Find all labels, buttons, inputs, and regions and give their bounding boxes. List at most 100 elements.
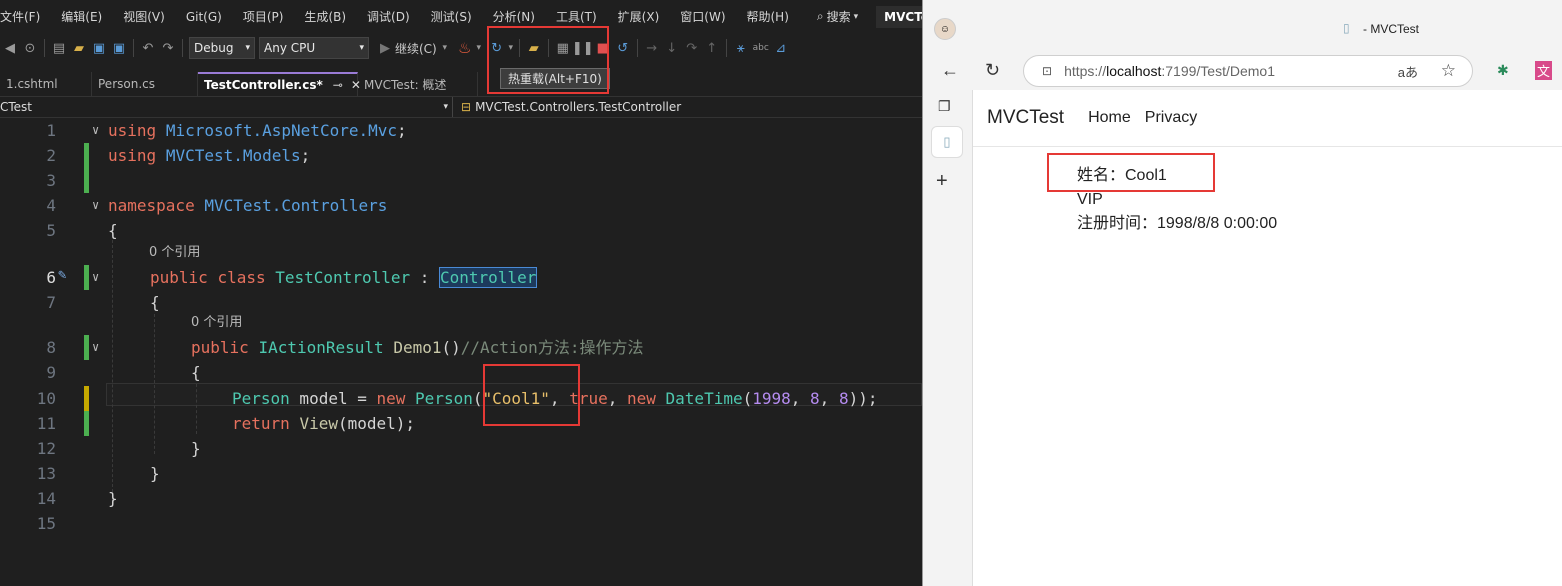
read-aloud-icon[interactable]: aあ — [1398, 62, 1418, 81]
member-dropdown-value: MVCTest.Controllers.TestController — [475, 100, 682, 114]
member-dropdown[interactable]: ⊟ MVCTest.Controllers.TestController — [453, 97, 681, 117]
code-text: using Microsoft.AspNetCore.Mvc; — [108, 118, 407, 143]
forward-nav-icon[interactable]: ⊙ — [20, 36, 40, 60]
fold-icon[interactable]: ∨ — [92, 335, 99, 360]
favorite-star-icon[interactable]: ☆ — [1441, 61, 1456, 81]
redo-icon[interactable]: ↷ — [158, 36, 178, 60]
step-over-icon[interactable]: ↷ — [682, 36, 702, 60]
active-tab-icon[interactable]: ▯ — [931, 126, 963, 158]
solution-config-select[interactable]: Debug ▾ — [189, 37, 255, 59]
format-icon[interactable]: ⊿ — [771, 36, 791, 60]
code-text: } — [150, 464, 160, 483]
tab-actions-icon[interactable]: ❐ — [938, 98, 951, 115]
quick-action-icon[interactable]: ✎ — [58, 267, 66, 283]
menu-test[interactable]: 测试(S) — [420, 8, 482, 25]
fold-icon[interactable]: ∨ — [92, 193, 99, 218]
code-line: 7 { — [0, 290, 922, 315]
site-brand[interactable]: MVCTest — [987, 107, 1064, 129]
window-top-edge — [923, 0, 1562, 10]
chevron-down-icon[interactable]: ▾ — [475, 36, 483, 60]
platform-select[interactable]: Any CPU ▾ — [259, 37, 369, 59]
code-line: 5 { — [0, 218, 922, 243]
chevron-down-icon[interactable]: ▾ — [441, 36, 449, 60]
navigation-bar: CTest ▾ ⊟ MVCTest.Controllers.TestContro… — [0, 96, 922, 118]
namespace-token: MVCTest.Controllers — [204, 196, 388, 215]
menu-edit[interactable]: 编辑(E) — [50, 8, 112, 25]
step-out-icon[interactable]: ↑ — [702, 36, 722, 60]
line-number: 15 — [36, 514, 56, 533]
line-number: 12 — [36, 439, 56, 458]
code-line: 6 ✎ ∨ public class TestController : Cont… — [0, 265, 922, 290]
tab-label: TestController.cs* — [204, 78, 323, 92]
keyword: namespace — [108, 196, 195, 215]
back-nav-icon[interactable]: ◀ — [0, 36, 20, 60]
method-name: Demo1 — [393, 338, 442, 357]
line-number: 7 — [46, 293, 56, 312]
menu-help[interactable]: 帮助(H) — [736, 8, 799, 25]
show-next-statement-icon[interactable]: → — [642, 36, 662, 60]
new-item-icon[interactable]: ▤ — [49, 36, 69, 60]
address-bar[interactable]: ⊡ https://localhost:7199/Test/Demo1 aあ ☆ — [1023, 55, 1473, 87]
browser-titlebar: ☺ ▯ - MVCTest — [923, 10, 1562, 50]
tab-label: MVCTest: 概述 — [364, 77, 447, 92]
menu-extensions[interactable]: 扩展(X) — [607, 8, 670, 25]
search-button[interactable]: ⌕ 搜索 ▾ — [811, 8, 864, 25]
menu-view[interactable]: 视图(V) — [112, 8, 175, 25]
menu-window[interactable]: 窗口(W) — [669, 8, 735, 25]
extension-icon[interactable]: ✱ — [1497, 62, 1509, 79]
nav-link-privacy[interactable]: Privacy — [1145, 109, 1197, 127]
window-title: - MVCTest — [1363, 22, 1420, 36]
reload-icon[interactable]: ↻ — [985, 60, 1000, 81]
namespace-token: Microsoft.AspNetCore.Mvc — [165, 121, 397, 140]
pin-icon[interactable]: ⊸ — [333, 78, 343, 92]
project-dropdown[interactable]: CTest ▾ — [0, 97, 453, 117]
menu-analyze[interactable]: 分析(N) — [482, 8, 545, 25]
play-icon[interactable]: ▶ — [375, 36, 395, 60]
menu-debug[interactable]: 调试(D) — [356, 8, 420, 25]
tab-cshtml[interactable]: 1.cshtml — [0, 72, 92, 96]
visual-studio-window: 文件(F) 编辑(E) 视图(V) Git(G) 项目(P) 生成(B) 调试(… — [0, 0, 922, 586]
translate-icon[interactable]: 文 — [1535, 61, 1553, 80]
open-folder-icon[interactable]: ▰ — [69, 36, 89, 60]
menu-git[interactable]: Git(G) — [175, 10, 232, 24]
profile-avatar[interactable]: ☺ — [934, 18, 956, 40]
type-name: Person — [415, 389, 473, 408]
code-token: model = — [289, 389, 377, 408]
menu-project[interactable]: 项目(P) — [232, 8, 294, 25]
undo-icon[interactable]: ↶ — [138, 36, 158, 60]
menu-file[interactable]: 文件(F) — [0, 8, 50, 25]
document-tabs: 1.cshtml Person.cs TestController.cs* ⊸ … — [0, 72, 922, 96]
hot-reload-icon[interactable]: ♨ — [455, 36, 475, 60]
menu-tools[interactable]: 工具(T) — [545, 8, 607, 25]
codelens-references[interactable]: 0 个引用 — [149, 242, 200, 264]
tab-testcontroller[interactable]: TestController.cs* ⊸ ✕ — [198, 72, 361, 96]
fold-icon[interactable]: ∨ — [92, 265, 99, 290]
back-arrow-icon[interactable]: ← — [941, 60, 959, 81]
search-icon: ⌕ — [816, 9, 824, 23]
restart-icon[interactable]: ↺ — [613, 36, 633, 60]
spell-check-icon[interactable]: abc — [751, 36, 771, 60]
code-editor[interactable]: 1 ∨ using Microsoft.AspNetCore.Mvc; 2 us… — [0, 118, 922, 586]
line-number: 8 — [46, 338, 56, 357]
line-number: 2 — [46, 146, 56, 165]
fold-icon[interactable]: ∨ — [92, 118, 99, 143]
step-into-icon[interactable]: ↓ — [662, 36, 682, 60]
line-number: 13 — [36, 464, 56, 483]
codelens-references[interactable]: 0 个引用 — [191, 312, 242, 334]
new-tab-icon[interactable]: + — [936, 170, 948, 193]
tab-person[interactable]: Person.cs — [92, 72, 198, 96]
menu-build[interactable]: 生成(B) — [293, 8, 356, 25]
code-line: 10 Person model = new Person("Cool1", tr… — [0, 386, 922, 411]
chevron-down-icon: ▾ — [443, 102, 448, 112]
toolbar-separator — [133, 39, 134, 57]
tab-overview[interactable]: MVCTest: 概述 — [358, 72, 478, 96]
web-page: MVCTest Home Privacy 姓名：Cool1 VIP 注册时间：1… — [973, 90, 1562, 586]
nav-link-home[interactable]: Home — [1088, 109, 1131, 127]
diagnostic-icon[interactable]: ⚹ — [731, 36, 751, 60]
punctuation: ; — [300, 146, 311, 165]
save-icon[interactable]: ▣ — [89, 36, 109, 60]
save-all-icon[interactable]: ▣ — [109, 36, 129, 60]
url-host: localhost — [1106, 63, 1162, 79]
url-path: :7199/Test/Demo1 — [1161, 63, 1275, 79]
continue-button[interactable]: 继续(C) — [395, 40, 437, 57]
